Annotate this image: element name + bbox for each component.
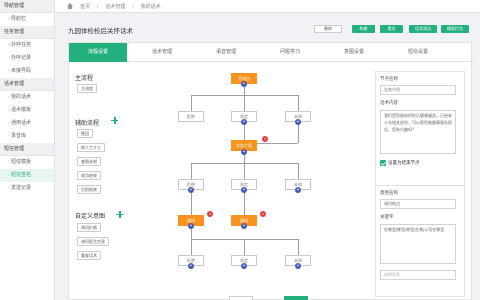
intent-name-input[interactable]: 询问地点	[380, 199, 456, 209]
keyword-label: 关键字	[380, 214, 394, 219]
connector	[244, 155, 245, 163]
sidebar-item-outbound-task[interactable]: · 外呼任务	[0, 39, 54, 52]
end-node-label: 设置为结束节点	[388, 160, 420, 165]
main-flow-title: 主流程	[75, 76, 94, 82]
aux-flow-title: 辅助流程	[75, 121, 100, 127]
page-title: 九园体检检后关怀话术	[68, 27, 133, 35]
connector	[191, 239, 192, 255]
voice-select[interactable]: 选择话术	[380, 270, 456, 280]
add-branch-icon[interactable]: +	[295, 263, 301, 269]
breadcrumb-home[interactable]: 首页	[80, 3, 90, 10]
breadcrumb-separator: |	[132, 3, 134, 9]
connector	[244, 239, 245, 255]
connector	[244, 95, 245, 111]
cancel-button[interactable]	[229, 296, 253, 300]
aux-flow-chip[interactable]: 识别结束	[77, 185, 101, 194]
keyword-textarea[interactable]: 在哪里|哪里|哪里|在哪|公司在哪里	[380, 224, 456, 264]
delete-button[interactable]: 删除	[314, 25, 342, 33]
node-settings-panel: 节点名称 业务介绍 话术内容 我们是您刚体检检后健康服务，已经有十年相关经验，可…	[375, 71, 465, 197]
tab-script-management[interactable]: 话术管理	[133, 43, 191, 62]
sidebar-group-sms: 短信管理	[0, 143, 54, 156]
sidebar-item-outbound-record[interactable]: · 外呼记录	[0, 52, 54, 65]
sidebar-group-task: 任务管理	[0, 26, 54, 39]
sidebar-item-common-script[interactable]: · 通用话术	[0, 117, 54, 130]
sidebar-group-script: 话术管理	[0, 78, 54, 91]
home-icon[interactable]	[67, 3, 73, 9]
sidebar-item-missed-number[interactable]: · 未接号码	[0, 65, 54, 78]
connector	[298, 125, 299, 143]
connector	[244, 125, 245, 140]
sidebar-item-my-script[interactable]: · 我的话术	[0, 91, 54, 104]
add-branch-icon[interactable]: +	[241, 223, 247, 229]
content-textarea[interactable]: 我们是您刚体检检后健康服务，已经有十年相关经验，可以帮您做健康服务报告，您有兴趣…	[380, 110, 456, 154]
sidebar: 导航管理 · 导航栏 任务管理 · 外呼任务 · 外呼记录 · 未接号码 话术管…	[0, 0, 55, 300]
add-custom-intent-icon[interactable]	[116, 211, 123, 218]
add-aux-flow-icon[interactable]	[111, 117, 118, 124]
breadcrumb-separator: |	[97, 3, 99, 9]
custom-intent-chip[interactable]: 重复话术	[77, 251, 101, 260]
intent-settings-panel: 意图名称 询问地点 关键字 在哪里|哪里|哪里|在哪|公司在哪里 选择话术	[375, 185, 465, 297]
close-icon[interactable]: ×	[262, 136, 268, 142]
connector	[244, 193, 245, 215]
save-button[interactable]: 构建	[352, 25, 375, 33]
connector	[191, 95, 192, 111]
main-flow-chip[interactable]: 主流程	[77, 84, 97, 93]
tab-bar: 流程设置 话术管理 语音管理 问题学习 意图设置 短信设置	[69, 43, 473, 62]
intent-name-label: 意图名称	[380, 190, 398, 195]
node-name-input[interactable]: 业务介绍	[380, 85, 456, 95]
connector	[244, 87, 245, 95]
sidebar-item-recording[interactable]: · 录音库	[0, 130, 54, 143]
connector	[191, 163, 192, 179]
connector	[298, 95, 299, 111]
connector	[191, 239, 299, 240]
aux-flow-chip[interactable]: 查图未知	[77, 157, 101, 166]
connector	[191, 95, 299, 96]
confirm-button[interactable]	[284, 296, 308, 300]
connector	[191, 163, 299, 164]
close-icon[interactable]: ×	[207, 211, 213, 217]
sidebar-group-nav: 导航管理	[0, 0, 54, 13]
connector	[298, 239, 299, 255]
custom-intent-title: 自定义意图	[75, 214, 106, 220]
test-button[interactable]: 话术测试	[409, 25, 437, 33]
close-icon[interactable]: ×	[260, 211, 266, 217]
add-branch-icon[interactable]: +	[188, 263, 194, 269]
breadcrumb: 首页 | 话术管理 | 我的话术	[55, 0, 480, 13]
connector	[191, 193, 192, 215]
sidebar-item-nav[interactable]: · 导航栏	[0, 13, 54, 26]
sidebar-item-send-record[interactable]: · 发送记录	[0, 182, 54, 195]
tab-flow-settings[interactable]: 流程设置	[69, 43, 127, 62]
sidebar-item-sms-template[interactable]: · 短信模板	[0, 156, 54, 169]
add-branch-icon[interactable]: +	[295, 187, 301, 193]
connector	[191, 229, 192, 239]
sidebar-item-script-template[interactable]: · 话术模板	[0, 104, 54, 117]
flow-node[interactable]: 拒绝	[178, 111, 204, 122]
tab-sms-settings[interactable]: 短信设置	[389, 43, 447, 62]
add-branch-icon[interactable]: +	[241, 263, 247, 269]
custom-intent-chip[interactable]: 询问价格	[77, 223, 101, 232]
aux-flow-chip[interactable]: 挽回	[77, 129, 93, 138]
sidebar-item-sms-signature[interactable]: · 短信签名	[0, 169, 54, 182]
tab-intent-settings[interactable]: 意图设置	[325, 43, 383, 62]
connector	[257, 143, 298, 144]
breadcrumb-my-script: 我的话术	[140, 3, 161, 10]
aux-flow-chip[interactable]: 转人工介入	[77, 143, 105, 152]
node-name-label: 节点名称	[380, 76, 398, 81]
connector	[298, 163, 299, 179]
title-bar: 九园体检检后关怀话术 删除 构建 提交 话术测试 模版打包	[68, 22, 472, 37]
publish-button[interactable]: 提交	[380, 25, 403, 33]
main-card: 流程设置 话术管理 语音管理 问题学习 意图设置 短信设置 主流程 主流程 辅助…	[68, 42, 473, 300]
tab-question-learning[interactable]: 问题学习	[261, 43, 319, 62]
connector	[244, 163, 245, 179]
breadcrumb-script-management[interactable]: 话术管理	[105, 3, 125, 10]
tab-voice-management[interactable]: 语音管理	[197, 43, 255, 62]
custom-intent-chip[interactable]: 询问医生信息	[77, 237, 109, 246]
template-button[interactable]: 模版打包	[441, 25, 469, 33]
end-node-checkbox[interactable]	[380, 160, 386, 166]
aux-flow-chip[interactable]: 成功结束	[77, 171, 101, 180]
content-label: 话术内容	[380, 100, 398, 105]
